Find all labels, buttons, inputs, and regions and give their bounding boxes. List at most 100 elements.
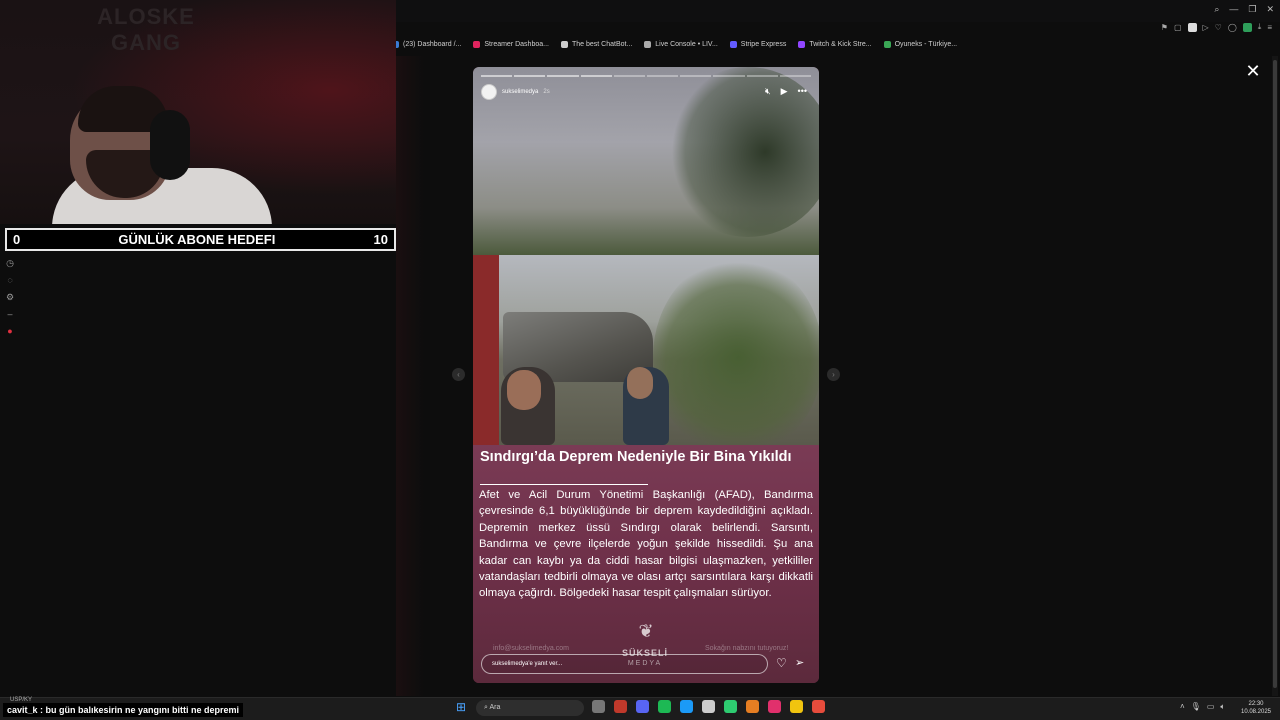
send-icon[interactable]: ➢ (795, 656, 809, 670)
taskbar-app-icon[interactable] (724, 700, 737, 713)
footer-email: info@sukselimedya.com (493, 645, 569, 652)
close-icon[interactable]: ✕ (1244, 62, 1262, 80)
bookmark-favicon-icon (729, 40, 737, 48)
prev-story-button[interactable]: ‹ (452, 368, 465, 381)
webcam-feed: ALOSKE GANG (0, 0, 396, 224)
play-icon[interactable]: ▷ (1203, 23, 1209, 32)
next-story-button[interactable]: › (827, 368, 840, 381)
taskbar-app-icon[interactable] (658, 700, 671, 713)
history-icon[interactable]: ◷ (4, 258, 16, 269)
bookmark-item[interactable]: The best ChatBot... (560, 40, 633, 48)
bookmarks-bar: (23) Dashboard /... Streamer Dashboa... Th… (392, 36, 957, 52)
menu-icon[interactable]: ≡ (1267, 23, 1272, 32)
monitor-icon[interactable]: ▭ (1207, 702, 1215, 712)
story-time: 2s (543, 89, 550, 95)
taskbar-app-icon[interactable] (680, 700, 693, 713)
taskbar-app-icon[interactable] (702, 700, 715, 713)
chat-username: cavit_k (7, 705, 38, 715)
sub-goal-bar: 0 GÜNLÜK ABONE HEDEFI 10 (5, 228, 396, 251)
photo-person-1-face (507, 370, 541, 410)
story-body: Afet ve Acil Durum Yönetimi Başkanlığı (… (479, 489, 813, 600)
more-icon[interactable]: ••• (798, 86, 807, 97)
avatar[interactable] (481, 84, 497, 100)
youtube-icon[interactable]: ● (4, 326, 16, 337)
download-icon[interactable]: ⤓ (1258, 22, 1262, 32)
play-icon[interactable]: ▶ (781, 86, 788, 97)
taskbar-search[interactable]: ⌕ Ara (476, 700, 584, 716)
background-stripe (396, 56, 424, 696)
profile-icon[interactable] (1242, 22, 1252, 32)
goal-current: 0 (13, 232, 21, 247)
reply-input[interactable]: sukselimedya'e yanıt ver... (481, 654, 768, 674)
taskbar-app-icon[interactable] (768, 700, 781, 713)
headset (150, 110, 190, 180)
heart-icon[interactable]: ♡ (776, 656, 790, 670)
restore-icon[interactable]: ❐ (1248, 4, 1256, 15)
page-icon[interactable]: ▢ (1174, 23, 1182, 32)
heart-icon[interactable]: ♡ (1215, 23, 1222, 32)
lotus-logo-icon: ❦ (638, 621, 654, 641)
footer-slogan: Sokağın nabzını tutuyoruz! (705, 645, 789, 652)
chat-message: cavit_k : bu gün balıkesirin ne yangını … (3, 703, 244, 717)
goal-target: 10 (373, 232, 388, 247)
close-window-icon[interactable]: ✕ (1266, 4, 1274, 15)
taskbar-app-icon[interactable] (636, 700, 649, 713)
wall-logo: ALOSKE GANG (97, 4, 195, 55)
story-username[interactable]: sukselimedya (502, 89, 538, 95)
chat-bubble-icon[interactable]: ◌ (4, 275, 16, 286)
bookmark-favicon-icon (883, 40, 891, 48)
volume-icon[interactable]: 🔈︎ (1220, 702, 1225, 712)
mute-icon[interactable]: 🔇︎ (765, 86, 771, 97)
bookmark-label: Oyuneks - Türkiye... (894, 40, 958, 48)
chat-text: : bu gün balıkesirin ne yangını bitti ne… (37, 705, 240, 715)
bookmark-item[interactable]: Streamer Dashboa... (473, 40, 549, 48)
chat-icon[interactable]: ◯ (1228, 23, 1237, 32)
taskbar-app-icon[interactable] (790, 700, 803, 713)
clock-time: 22:30 (1248, 701, 1264, 707)
taskbar-app-icon[interactable] (614, 700, 627, 713)
bookmark-label: Twitch & Kick Stre... (809, 40, 872, 48)
search-label: Ara (489, 704, 501, 711)
bookmark-label: (23) Dashboard /... (403, 40, 462, 48)
photo-red-wall (473, 255, 499, 445)
scrollbar-thumb[interactable] (1273, 60, 1277, 688)
bookmark-favicon-icon (798, 40, 806, 48)
system-tray: ˄ 🎙︎ ▭ 🔈︎ (1180, 702, 1225, 712)
bookmark-item[interactable]: Stripe Express (729, 40, 787, 48)
left-dock: ◷ ◌ ⚙ – ● (4, 258, 16, 337)
bookmark-item[interactable]: Oyuneks - Türkiye... (883, 40, 958, 48)
goal-label: GÜNLÜK ABONE HEDEFI (118, 232, 276, 247)
taskbar-app-icon[interactable] (592, 700, 605, 713)
bookmark-favicon-icon (644, 40, 652, 48)
divider-icon: – (7, 309, 13, 319)
bookmark-favicon-icon (473, 40, 481, 48)
taskbar-app-icon[interactable] (746, 700, 759, 713)
bookmark-icon[interactable]: ⚑ (1161, 23, 1168, 32)
search-icon[interactable]: ⌕ (1214, 4, 1219, 15)
bookmark-item[interactable]: Twitch & Kick Stre... (798, 40, 872, 48)
bookmark-label: Live Console • LIV... (655, 40, 718, 48)
bookmark-label: Stripe Express (740, 40, 787, 48)
chevron-up-icon[interactable]: ˄ (1180, 702, 1185, 712)
minimize-icon[interactable]: — (1229, 4, 1238, 15)
window-controls: ⌕ — ❐ ✕ (1214, 4, 1274, 15)
extensions-bar: ⚑ ▢ ▷ ♡ ◯ ⤓ ≡ (1161, 22, 1272, 32)
bookmark-item[interactable]: (23) Dashboard /... (392, 40, 462, 48)
photo-person-2-face (627, 367, 653, 399)
clock[interactable]: 22:30 10.08.2025 (1238, 700, 1274, 716)
shield-icon[interactable] (1187, 22, 1197, 32)
bookmark-favicon-icon (560, 40, 568, 48)
headline-underline (480, 484, 648, 485)
bookmark-label: The best ChatBot... (571, 40, 633, 48)
windows-start-icon[interactable]: ⊞ (456, 701, 469, 714)
taskbar-app-icon[interactable] (812, 700, 825, 713)
story-card[interactable]: sukselimedya 2s 🔇︎ ▶ ••• Sındırgı’da Dep… (473, 67, 819, 683)
mic-icon[interactable]: 🎙︎ (1191, 702, 1201, 712)
photo-tree-2 (653, 257, 819, 457)
story-headline: Sındırgı’da Deprem Nedeniyle Bir Bina Yı… (480, 449, 792, 465)
taskbar-apps (592, 700, 825, 713)
story-progress (481, 75, 812, 77)
settings-icon[interactable]: ⚙ (4, 292, 16, 303)
bookmark-item[interactable]: Live Console • LIV... (644, 40, 718, 48)
bookmark-label: Streamer Dashboa... (484, 40, 549, 48)
